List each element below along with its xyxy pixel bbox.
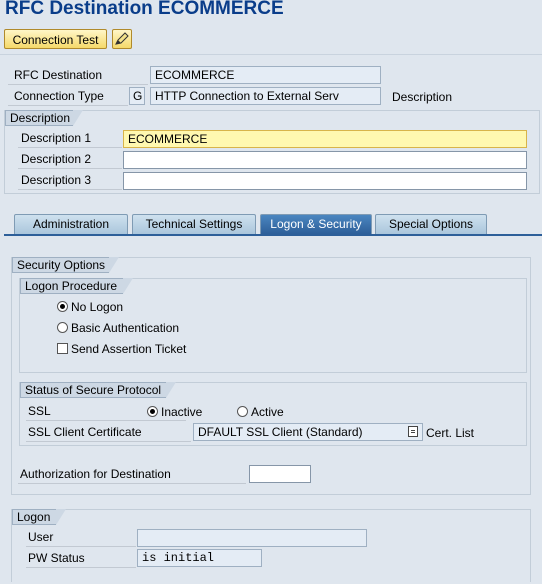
connection-type-label: Connection Type (14, 89, 104, 103)
ssl-cert-label: SSL Client Certificate (28, 425, 142, 439)
ssl-cert-value: DFAULT SSL Client (Standard) (198, 425, 363, 439)
logon-group-title-text: Logon (17, 510, 51, 524)
desc1-input[interactable]: ECOMMERCE (123, 130, 527, 148)
auth-destination-label-cell: Authorization for Destination (18, 466, 246, 484)
connection-type-field: HTTP Connection to External Serv (150, 87, 381, 105)
desc1-label: Description 1 (21, 131, 92, 145)
rfc-destination-label: RFC Destination (14, 68, 103, 82)
tab-technical-settings-label: Technical Settings (145, 217, 243, 231)
user-label: User (28, 530, 54, 544)
pw-status-label-cell: PW Status (26, 550, 136, 568)
logon-group-title: Logon (12, 509, 66, 525)
security-options-title: Security Options (12, 257, 119, 273)
no-logon-label: No Logon (71, 300, 124, 314)
security-options-title-text: Security Options (17, 258, 106, 272)
tab-logon-security[interactable]: Logon & Security (260, 214, 372, 234)
basic-auth-label: Basic Authentication (71, 321, 180, 335)
description-group-title: Description (5, 110, 83, 126)
pencil-icon (115, 32, 129, 45)
page-title: RFC Destination ECOMMERCE (5, 0, 284, 19)
dropdown-list-icon[interactable] (408, 426, 418, 437)
auth-destination-input[interactable] (249, 465, 311, 483)
desc3-input[interactable] (123, 172, 527, 190)
auth-destination-label: Authorization for Destination (20, 467, 171, 481)
desc3-label: Description 3 (21, 173, 92, 187)
ssl-cert-label-cell: SSL Client Certificate (26, 424, 191, 442)
connection-type-code: G (129, 87, 145, 105)
no-logon-radio[interactable] (57, 301, 68, 312)
ssl-inactive-radio[interactable] (147, 406, 158, 417)
pw-status-label: PW Status (28, 551, 85, 565)
desc2-input[interactable] (123, 151, 527, 169)
connection-type-label-cell: Connection Type (8, 88, 128, 106)
tab-special-options[interactable]: Special Options (375, 214, 487, 234)
pw-status-field: is initial (137, 549, 262, 567)
desc2-label: Description 2 (21, 152, 92, 166)
tab-special-options-label: Special Options (388, 217, 474, 231)
tab-logon-security-label: Logon & Security (270, 217, 362, 231)
cert-list-label: Cert. List (426, 426, 475, 440)
tab-technical-settings[interactable]: Technical Settings (132, 214, 256, 234)
rfc-destination-field: ECOMMERCE (150, 66, 381, 84)
user-label-cell: User (26, 529, 136, 547)
ssl-active-label: Active (251, 405, 284, 419)
rfc-destination-label-cell: RFC Destination (8, 67, 148, 85)
send-assertion-checkbox[interactable] (57, 343, 68, 354)
user-field[interactable] (137, 529, 367, 547)
secure-protocol-title: Status of Secure Protocol (20, 382, 176, 398)
edit-pencil-button[interactable] (112, 29, 132, 49)
ssl-inactive-label: Inactive (161, 405, 203, 419)
ssl-active-radio[interactable] (237, 406, 248, 417)
ssl-cert-select[interactable]: DFAULT SSL Client (Standard) (193, 423, 423, 441)
basic-auth-radio[interactable] (57, 322, 68, 333)
ssl-label: SSL (28, 404, 51, 418)
connection-type-description-label: Description (392, 90, 453, 104)
tab-administration[interactable]: Administration (14, 214, 128, 234)
desc2-label-cell: Description 2 (18, 151, 122, 169)
logon-procedure-title-text: Logon Procedure (25, 279, 118, 293)
logon-procedure-title: Logon Procedure (20, 278, 133, 294)
connection-test-button[interactable]: Connection Test (4, 29, 107, 49)
tab-administration-label: Administration (32, 217, 110, 231)
desc3-label-cell: Description 3 (18, 172, 122, 190)
send-assertion-label: Send Assertion Ticket (71, 342, 187, 356)
desc1-label-cell: Description 1 (18, 130, 122, 148)
secure-protocol-title-text: Status of Secure Protocol (25, 383, 162, 397)
connection-test-label: Connection Test (12, 33, 99, 47)
description-group-title-text: Description (10, 111, 71, 125)
